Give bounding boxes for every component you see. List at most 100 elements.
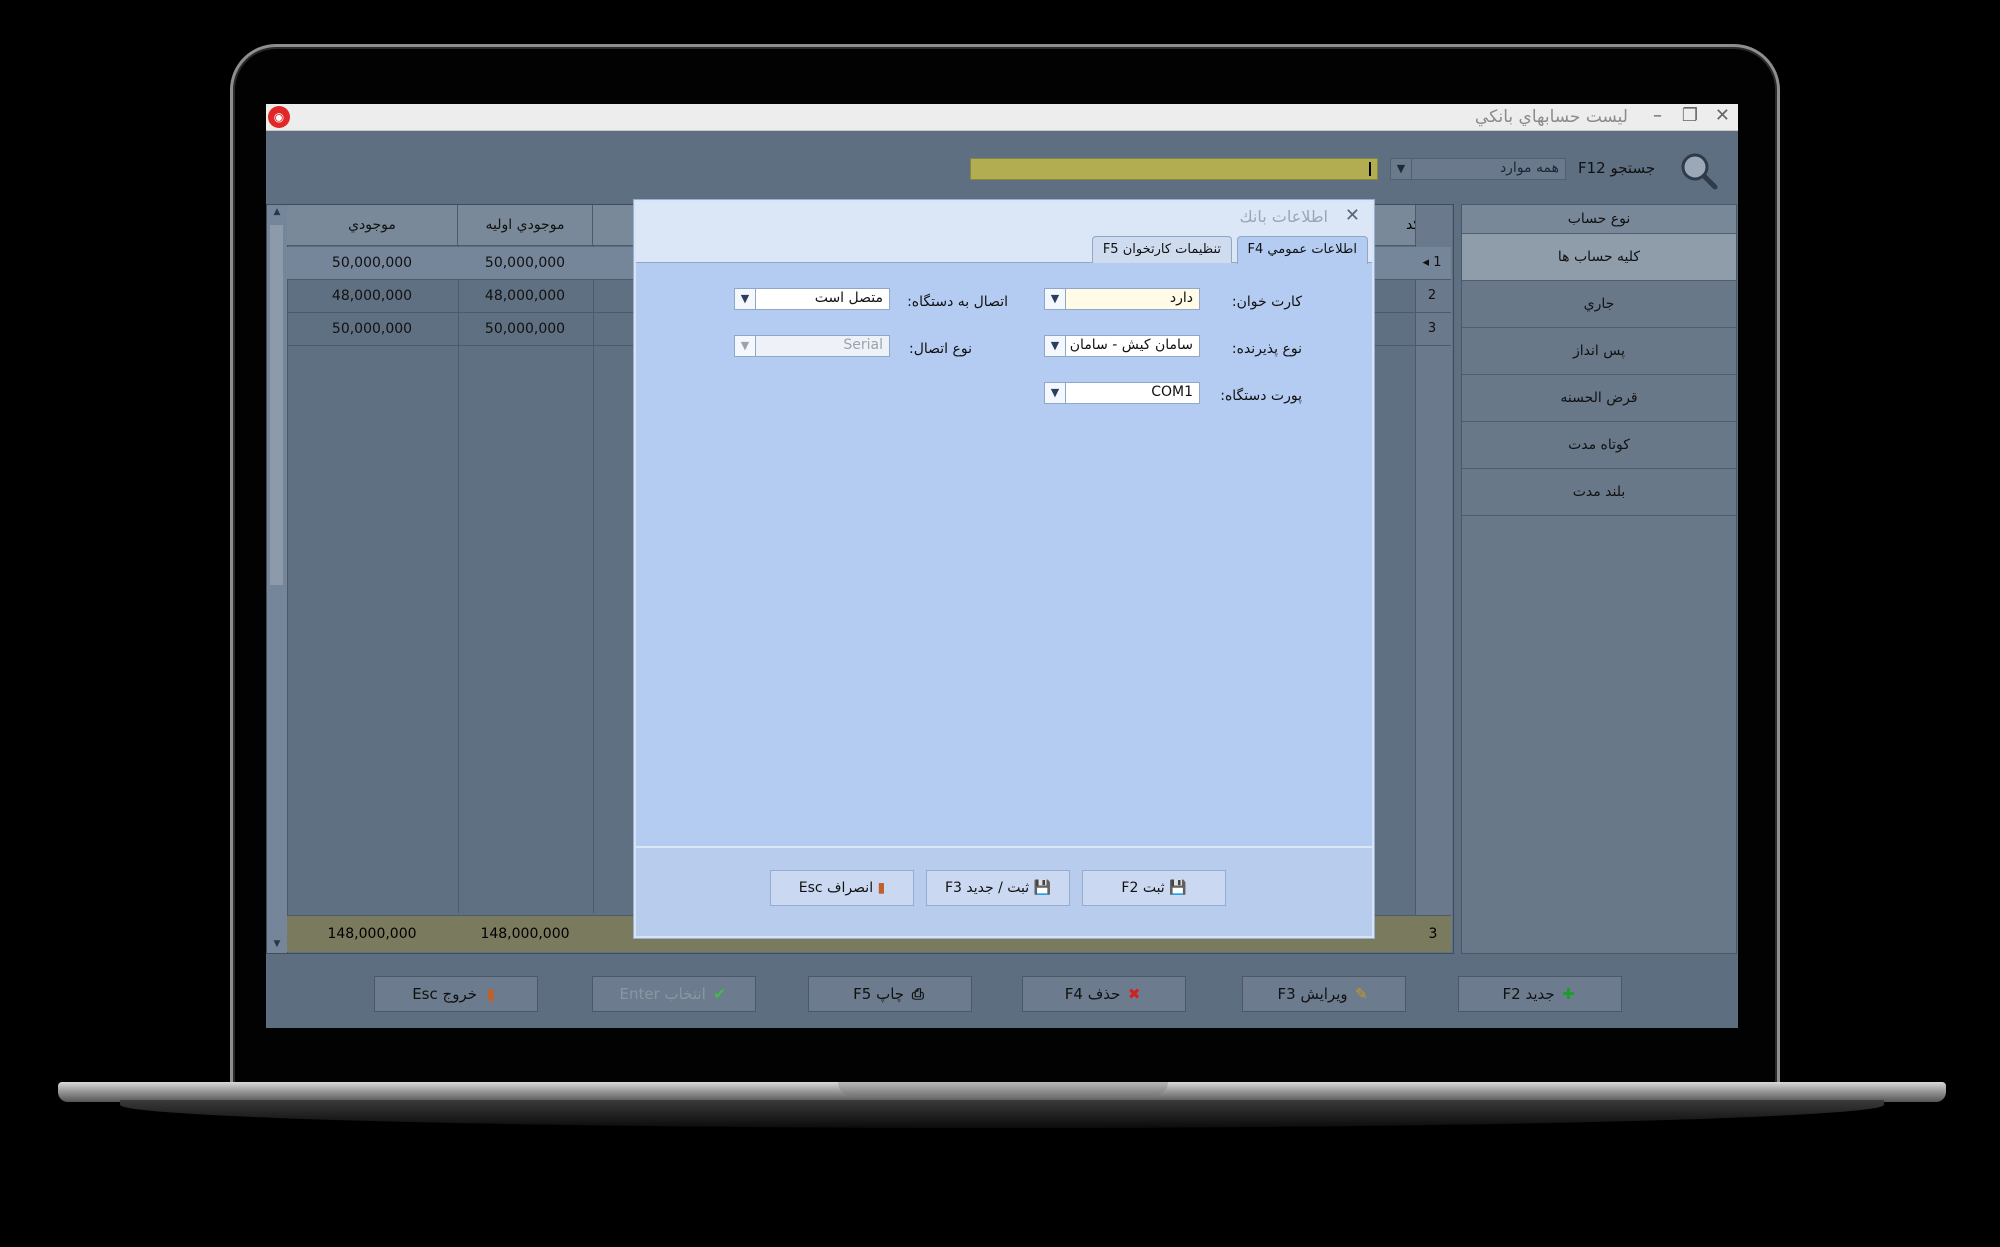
dialog-tabs: اطلاعات عمومي F4 تنظيمات كارتخوان F5 — [636, 232, 1372, 264]
dialog-footer: 💾 ثبت F2 💾 ثبت / جديد F3 ▮ انصراف Esc — [636, 846, 1372, 936]
account-type-current[interactable]: جاري — [1462, 281, 1736, 328]
save-new-button[interactable]: 💾 ثبت / جديد F3 — [926, 870, 1070, 906]
floppy-stack-icon: 💾 — [1033, 880, 1052, 896]
floppy-icon: 💾 — [1169, 880, 1187, 896]
cell-balance: 50,000,000 — [331, 321, 413, 337]
exit-door-icon: ▮ — [486, 985, 495, 1003]
close-icon[interactable]: ✕ — [1715, 105, 1730, 126]
acceptor-type-value: سامان كيش - سامان — [1069, 337, 1193, 353]
account-type-all[interactable]: كليه حساب ها — [1462, 234, 1736, 281]
delete-x-icon: ✖ — [1127, 985, 1141, 1003]
bank-info-dialog: اطلاعات بانك ✕ اطلاعات عمومي F4 تنظيمات … — [634, 200, 1374, 938]
acceptor-type-label: نوع پذيرنده: — [1231, 341, 1302, 357]
pencil-icon: ✎ — [1355, 985, 1368, 1003]
card-reader-select[interactable]: ▼ دارد — [1044, 288, 1200, 310]
search-row: ▼ همه موارد جستجو F12 — [266, 144, 1738, 192]
delete-button-label: حذف F4 — [1064, 985, 1121, 1003]
account-type-panel: نوع حساب كليه حساب ها جاري پس انداز قرض … — [1461, 204, 1737, 954]
delete-button[interactable]: ✖ حذف F4 — [1022, 976, 1186, 1012]
save-button[interactable]: 💾 ثبت F2 — [1082, 870, 1226, 906]
search-filter-dropdown[interactable]: ▼ همه موارد — [1390, 158, 1566, 180]
laptop-foot — [120, 1100, 1884, 1128]
search-label: جستجو F12 — [1578, 159, 1656, 177]
window-titlebar: ◉ ليست حسابهاي بانكي – ❐ ✕ — [266, 104, 1738, 131]
exit-button-label: خروج Esc — [412, 985, 477, 1003]
total-balance: 148,000,000 — [327, 926, 417, 942]
scroll-down-icon[interactable]: ▼ — [267, 939, 287, 949]
exit-door-icon: ▮ — [877, 880, 886, 896]
row-count: 3 — [1428, 926, 1438, 942]
check-icon: ✔ — [713, 985, 726, 1003]
total-initial: 148,000,000 — [480, 926, 570, 942]
select-button[interactable]: ✔ انتخاب Enter — [592, 976, 756, 1012]
maximize-icon[interactable]: ❐ — [1682, 105, 1698, 126]
cell-balance: 50,000,000 — [331, 255, 413, 271]
account-type-short-term[interactable]: كوتاه مدت — [1462, 422, 1736, 469]
scroll-thumb[interactable] — [270, 225, 283, 585]
col-initial-balance[interactable]: موجودي اوليه — [458, 205, 593, 245]
device-connection-select[interactable]: ▼ متصل است — [734, 288, 890, 310]
device-port-select[interactable]: ▼ COM1 — [1044, 382, 1200, 404]
account-type-savings[interactable]: پس انداز — [1462, 328, 1736, 375]
connection-type-label: نوع اتصال: — [908, 341, 972, 357]
tab-card-reader-settings[interactable]: تنظيمات كارتخوان F5 — [1091, 236, 1232, 263]
device-connection-label: اتصال به دستگاه: — [907, 294, 1008, 310]
cancel-button[interactable]: ▮ انصراف Esc — [770, 870, 914, 906]
grid-scrollbar[interactable]: ▲ ▼ — [267, 205, 288, 953]
text-caret — [1369, 162, 1371, 176]
search-input[interactable] — [970, 158, 1378, 180]
account-type-header: نوع حساب — [1462, 205, 1736, 234]
row-number-text: 1 — [1433, 255, 1442, 270]
action-toolbar: ✚ جديد F2 ✎ ويرايش F3 ✖ حذف F4 ⎙ چاپ F5 … — [266, 954, 1738, 1028]
search-filter-value: همه موارد — [1499, 160, 1559, 176]
row-pointer-icon: ◂ — [1422, 255, 1430, 270]
edit-button[interactable]: ✎ ويرايش F3 — [1242, 976, 1406, 1012]
exit-button[interactable]: ▮ خروج Esc — [374, 976, 538, 1012]
row-number: 3 — [1427, 321, 1437, 336]
chevron-down-icon[interactable]: ▼ — [1045, 383, 1066, 403]
row-number: ◂ 1 — [1415, 247, 1449, 279]
scroll-up-icon[interactable]: ▲ — [267, 207, 287, 217]
search-icon[interactable] — [1678, 150, 1718, 190]
printer-icon: ⎙ — [911, 985, 924, 1003]
edit-button-label: ويرايش F3 — [1277, 985, 1348, 1003]
cell-balance: 48,000,000 — [331, 288, 413, 304]
account-type-long-term[interactable]: بلند مدت — [1462, 469, 1736, 516]
dialog-titlebar: اطلاعات بانك ✕ — [636, 202, 1372, 233]
dialog-title: اطلاعات بانك — [1239, 207, 1328, 226]
tab-general-info[interactable]: اطلاعات عمومي F4 — [1236, 236, 1368, 264]
select-button-label: انتخاب Enter — [619, 985, 706, 1003]
chevron-down-icon[interactable]: ▼ — [735, 289, 756, 309]
account-type-gharz[interactable]: قرض الحسنه — [1462, 375, 1736, 422]
new-button-label: جديد F2 — [1502, 985, 1555, 1003]
chevron-down-icon: ▼ — [735, 336, 756, 356]
new-button[interactable]: ✚ جديد F2 — [1458, 976, 1622, 1012]
device-port-value: COM1 — [1151, 384, 1193, 400]
device-port-label: پورت دستگاه: — [1220, 388, 1302, 404]
laptop-notch — [838, 1082, 1168, 1096]
minimize-icon[interactable]: – — [1653, 105, 1662, 126]
print-button-label: چاپ F5 — [853, 985, 905, 1003]
connection-type-select[interactable]: ▼ Serial — [734, 335, 890, 357]
device-connection-value: متصل است — [814, 290, 883, 306]
close-icon[interactable]: ✕ — [1345, 205, 1360, 226]
window-title: ليست حسابهاي بانكي — [1474, 107, 1628, 127]
cell-initial: 50,000,000 — [484, 321, 566, 337]
save-new-button-label: ثبت / جديد F3 — [944, 880, 1030, 896]
cancel-button-label: انصراف Esc — [798, 880, 874, 896]
card-reader-value: دارد — [1169, 290, 1193, 306]
row-number: 2 — [1427, 288, 1437, 303]
app-logo-icon[interactable]: ◉ — [268, 106, 290, 128]
cell-initial: 48,000,000 — [484, 288, 566, 304]
acceptor-type-select[interactable]: ▼ سامان كيش - سامان — [1044, 335, 1200, 357]
chevron-down-icon[interactable]: ▼ — [1045, 336, 1066, 356]
col-balance[interactable]: موجودي — [287, 205, 458, 245]
plus-icon: ✚ — [1562, 985, 1575, 1003]
chevron-down-icon[interactable]: ▼ — [1045, 289, 1066, 309]
card-reader-label: كارت خوان: — [1231, 294, 1302, 310]
cell-initial: 50,000,000 — [484, 255, 566, 271]
print-button[interactable]: ⎙ چاپ F5 — [808, 976, 972, 1012]
save-button-label: ثبت F2 — [1121, 880, 1165, 896]
chevron-down-icon[interactable]: ▼ — [1391, 159, 1412, 179]
connection-type-value: Serial — [843, 337, 883, 353]
